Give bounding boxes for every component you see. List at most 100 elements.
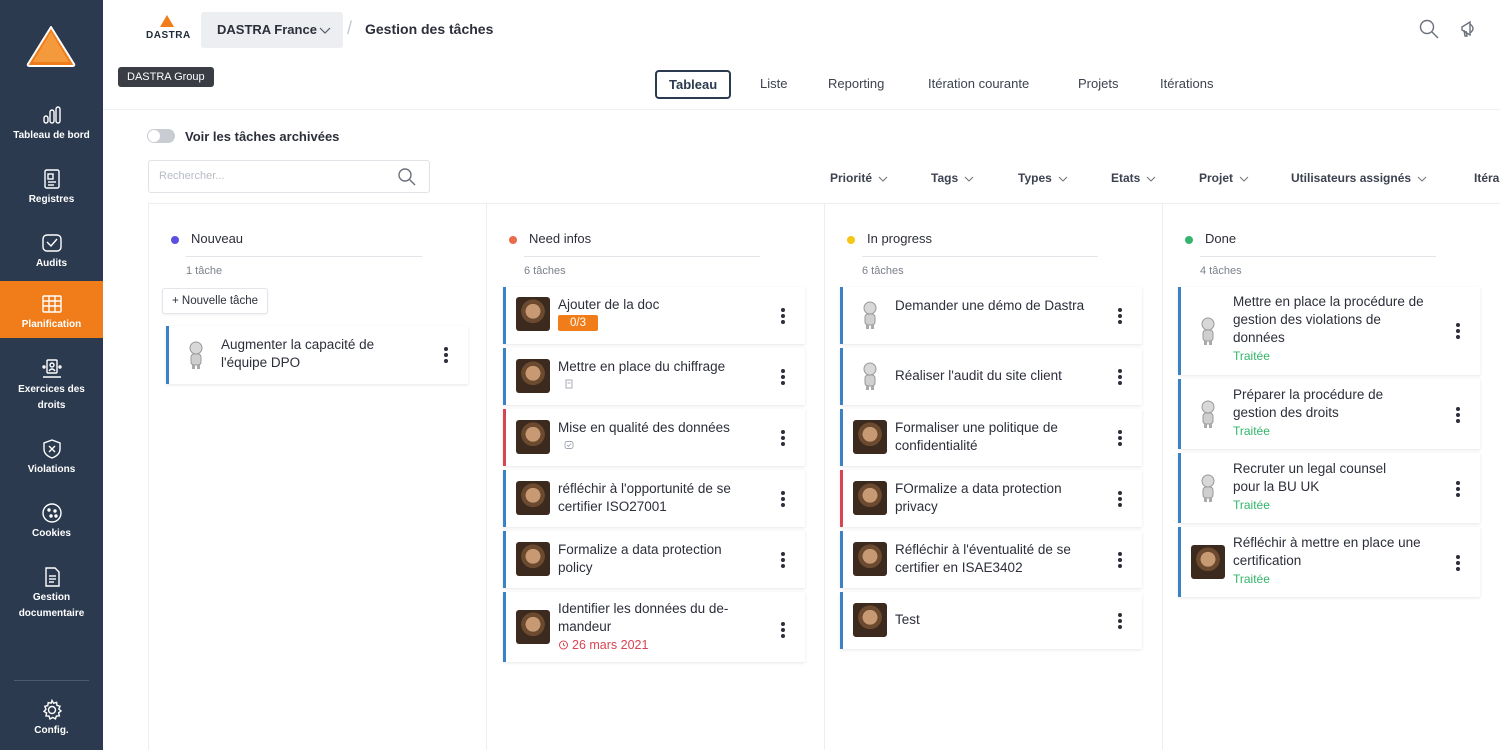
user-avatar — [516, 297, 550, 331]
org-select[interactable]: DASTRA France — [201, 12, 343, 48]
org-select-value: DASTRA France — [217, 22, 317, 37]
more-menu-icon[interactable] — [781, 552, 785, 568]
more-menu-icon[interactable] — [1118, 552, 1122, 568]
task-card[interactable]: Formalize a data protection policy — [503, 531, 805, 588]
astronaut-avatar-icon — [863, 301, 877, 329]
sidebar-item-audits[interactable]: Audits — [0, 232, 103, 272]
chevron-down-icon — [1146, 176, 1156, 182]
brand-name: DASTRA — [146, 30, 191, 41]
status-label: Traitée — [1233, 572, 1270, 586]
task-card[interactable]: Réfléchir à l'éventualité de se certifie… — [840, 531, 1142, 588]
sidebar-item-rights[interactable]: Exercices des droits — [0, 358, 103, 414]
chevron-down-icon — [1417, 176, 1427, 182]
user-avatar — [1191, 545, 1225, 579]
task-card[interactable]: Réfléchir à mettre en place une certific… — [1178, 527, 1480, 597]
tab-projets[interactable]: Projets — [1078, 76, 1118, 91]
task-card[interactable]: Identifier les données du de-mandeur 26 … — [503, 592, 805, 662]
sidebar-divider — [14, 680, 89, 681]
more-menu-icon[interactable] — [781, 622, 785, 638]
sidebar-item-cookies[interactable]: Cookies — [0, 502, 103, 542]
new-task-button[interactable]: + Nouvelle tâche — [162, 288, 268, 314]
task-card[interactable]: Recruter un legal counsel pour la BU UK … — [1178, 453, 1480, 523]
sidebar-item-config[interactable]: Config. — [0, 699, 103, 739]
task-card[interactable]: FOrmalize a data protection privacy — [840, 470, 1142, 527]
sidebar-item-label: Planification — [21, 319, 82, 330]
audit-icon — [41, 234, 62, 252]
search-box — [148, 160, 430, 193]
more-menu-icon[interactable] — [1456, 407, 1460, 423]
filter-types[interactable]: Types — [1018, 171, 1068, 185]
task-card[interactable]: Préparer la procédure de gestion des dro… — [1178, 379, 1480, 449]
task-card[interactable]: Test — [840, 592, 1142, 649]
column-header: Done — [1185, 231, 1236, 246]
user-avatar — [853, 603, 887, 637]
sidebar-item-violations[interactable]: Violations — [0, 438, 103, 478]
task-card[interactable]: Mise en qualité des données — [503, 409, 805, 466]
filter-label: Types — [1018, 171, 1052, 185]
astronaut-avatar-icon — [1201, 474, 1215, 502]
more-menu-icon[interactable] — [781, 308, 785, 324]
task-card[interactable]: Réaliser l'audit du site client — [840, 348, 1142, 405]
more-menu-icon[interactable] — [1118, 491, 1122, 507]
more-menu-icon[interactable] — [1118, 308, 1122, 324]
megaphone-icon[interactable] — [1458, 18, 1480, 40]
task-title: Mettre en place du chiffrage — [558, 359, 726, 374]
filter-priorite[interactable]: Priorité — [830, 171, 888, 185]
brand-logo[interactable]: DASTRA — [146, 15, 191, 41]
more-menu-icon[interactable] — [1118, 613, 1122, 629]
tab-iteration-courante[interactable]: Itération courante — [928, 76, 1029, 91]
archive-toggle[interactable] — [147, 129, 175, 143]
tab-tableau[interactable]: Tableau — [655, 70, 732, 99]
chevron-down-icon — [319, 27, 331, 34]
more-menu-icon[interactable] — [781, 491, 785, 507]
dastra-logo[interactable] — [26, 24, 76, 68]
sidebar-item-planning[interactable]: Planification — [0, 281, 103, 338]
tab-liste[interactable]: Liste — [760, 76, 787, 91]
alarm-clock-icon — [559, 640, 568, 650]
column-title: In progress — [867, 231, 933, 246]
more-menu-icon[interactable] — [1456, 323, 1460, 339]
task-card[interactable]: Mettre en place du chiffrage — [503, 348, 805, 405]
task-card[interactable]: réfléchir à l'opportunité de se certifie… — [503, 470, 805, 527]
status-label: Traitée — [1233, 349, 1270, 363]
due-date: 26 mars 2021 — [558, 638, 648, 652]
task-card[interactable]: Ajouter de la doc 0/3 — [503, 287, 805, 344]
more-menu-icon[interactable] — [1456, 555, 1460, 571]
filter-etats[interactable]: Etats — [1111, 171, 1156, 185]
search-input[interactable] — [159, 170, 379, 182]
search-icon[interactable] — [1418, 18, 1440, 40]
column-divider — [862, 256, 1098, 257]
chevron-down-icon — [964, 176, 974, 182]
task-card[interactable]: Demander une démo de Dastra — [840, 287, 1142, 344]
filter-utilisateurs[interactable]: Utilisateurs assignés — [1291, 171, 1427, 185]
task-card[interactable]: Augmenter la capacité de l'équipe DPO — [166, 326, 468, 384]
task-title: Réfléchir à l'éventualité de se certifie… — [895, 542, 1071, 575]
astronaut-avatar-icon — [1201, 400, 1215, 428]
more-menu-icon[interactable] — [781, 430, 785, 446]
task-title: Test — [895, 612, 920, 627]
task-card[interactable]: Formaliser une politique de confidential… — [840, 409, 1142, 466]
sidebar-item-dashboard[interactable]: Tableau de bord — [0, 104, 103, 144]
filter-iterations[interactable]: Itéra — [1474, 171, 1499, 185]
search-icon[interactable] — [397, 167, 417, 187]
filter-projet[interactable]: Projet — [1199, 171, 1249, 185]
more-menu-icon[interactable] — [1118, 369, 1122, 385]
filter-tags[interactable]: Tags — [931, 171, 974, 185]
column-header: In progress — [847, 231, 932, 246]
column-title: Need infos — [529, 231, 592, 246]
more-menu-icon[interactable] — [444, 347, 448, 363]
task-title: Mettre en place la procédure de gestion … — [1233, 294, 1424, 345]
more-menu-icon[interactable] — [1456, 481, 1460, 497]
task-card[interactable]: Mettre en place la procédure de gestion … — [1178, 287, 1480, 375]
user-avatar — [516, 542, 550, 576]
archive-toggle-label: Voir les tâches archivées — [185, 129, 340, 144]
tab-iterations[interactable]: Itérations — [1160, 76, 1213, 91]
more-menu-icon[interactable] — [781, 369, 785, 385]
sidebar-item-documents[interactable]: Gestion documentaire — [0, 566, 103, 622]
sidebar-item-registers[interactable]: Registres — [0, 168, 103, 208]
more-menu-icon[interactable] — [1118, 430, 1122, 446]
column-header: Nouveau — [171, 231, 243, 246]
column-count: 4 tâches — [1200, 265, 1242, 277]
user-avatar — [516, 610, 550, 644]
tab-reporting[interactable]: Reporting — [828, 76, 884, 91]
